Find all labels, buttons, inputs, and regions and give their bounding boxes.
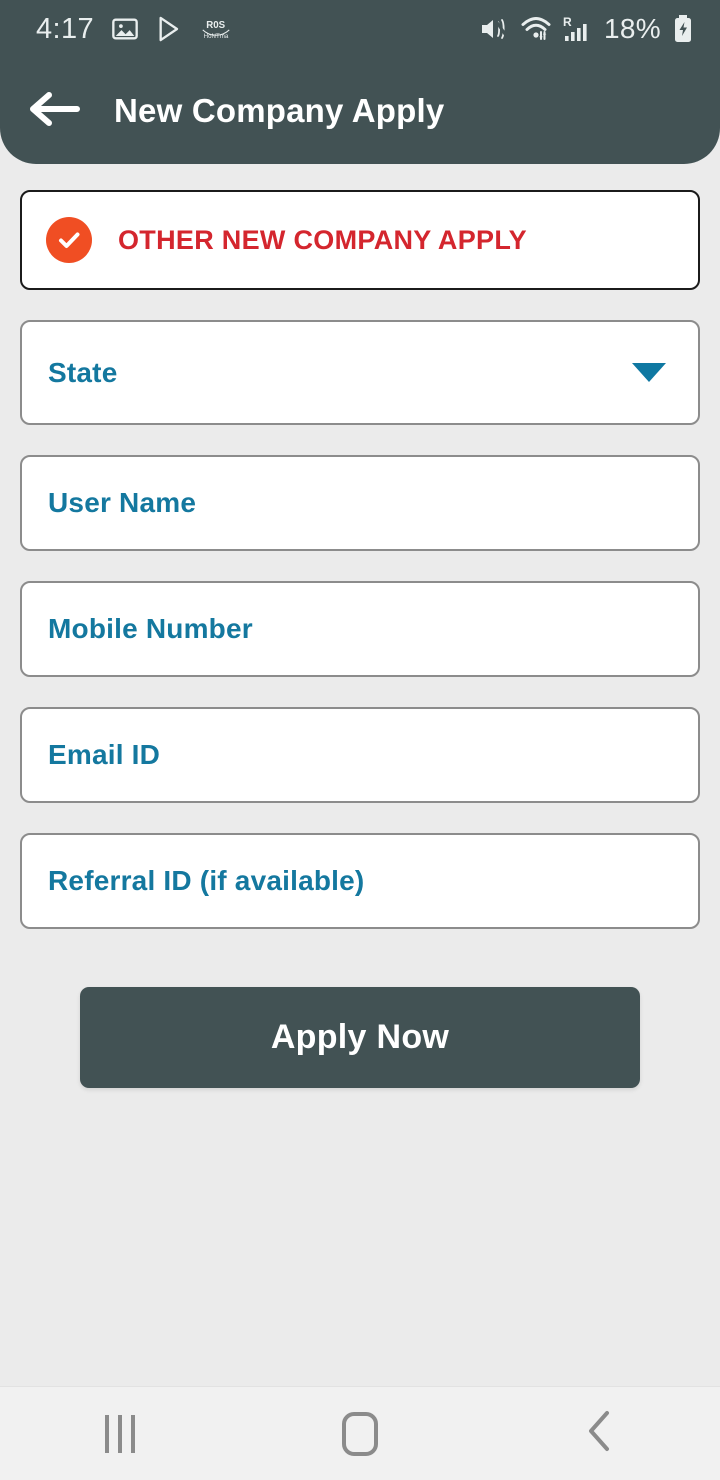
check-circle-icon xyxy=(46,217,92,263)
svg-text:R: R xyxy=(563,15,572,29)
back-chevron-icon xyxy=(583,1409,617,1458)
apply-now-button[interactable]: Apply Now xyxy=(80,987,640,1088)
state-select-placeholder: State xyxy=(48,356,118,388)
arrow-left-icon xyxy=(27,89,83,134)
wifi-icon xyxy=(520,15,552,43)
nav-home-button[interactable] xyxy=(300,1387,420,1480)
checkbox-label: OTHER NEW COMPANY APPLY xyxy=(118,224,527,255)
app-header: New Company Apply xyxy=(0,58,720,164)
mobile-number-field[interactable]: Mobile Number xyxy=(20,581,700,677)
recents-icon xyxy=(105,1414,135,1453)
status-bar-right: R 18% xyxy=(479,13,694,45)
form-content: OTHER NEW COMPANY APPLY State User Name … xyxy=(0,190,720,1088)
status-bar: 4:17 R0S HoNTma R 18% xyxy=(0,0,720,58)
email-id-placeholder: Email ID xyxy=(48,739,161,770)
referral-id-field[interactable]: Referral ID (if available) xyxy=(20,833,700,929)
mobile-number-placeholder: Mobile Number xyxy=(48,613,253,644)
svg-text:HoNTma: HoNTma xyxy=(204,33,229,40)
status-time: 4:17 xyxy=(36,12,95,45)
apply-button-wrapper: Apply Now xyxy=(20,987,700,1088)
battery-percent-label: 18% xyxy=(604,13,661,44)
battery-charging-icon xyxy=(672,14,694,44)
svg-text:R0S: R0S xyxy=(206,20,225,31)
play-store-icon xyxy=(156,15,184,43)
status-bar-left: 4:17 R0S HoNTma xyxy=(36,13,231,46)
user-name-field[interactable]: User Name xyxy=(20,455,700,551)
referral-id-placeholder: Referral ID (if available) xyxy=(48,865,365,896)
other-new-company-apply-checkbox[interactable]: OTHER NEW COMPANY APPLY xyxy=(20,190,700,290)
state-select[interactable]: State xyxy=(20,320,700,425)
system-navigation-bar xyxy=(0,1386,720,1480)
page-title: New Company Apply xyxy=(114,92,445,129)
user-name-placeholder: User Name xyxy=(48,487,197,518)
email-id-field[interactable]: Email ID xyxy=(20,707,700,803)
nav-back-button[interactable] xyxy=(540,1387,660,1480)
back-button[interactable] xyxy=(24,80,86,142)
signal-roaming-icon: R xyxy=(563,15,593,43)
mute-icon xyxy=(479,15,509,43)
app-logo-icon: R0S HoNTma xyxy=(201,15,231,43)
chevron-down-icon xyxy=(632,363,666,382)
image-icon xyxy=(111,15,139,43)
nav-recents-button[interactable] xyxy=(60,1387,180,1480)
home-icon xyxy=(342,1411,378,1456)
